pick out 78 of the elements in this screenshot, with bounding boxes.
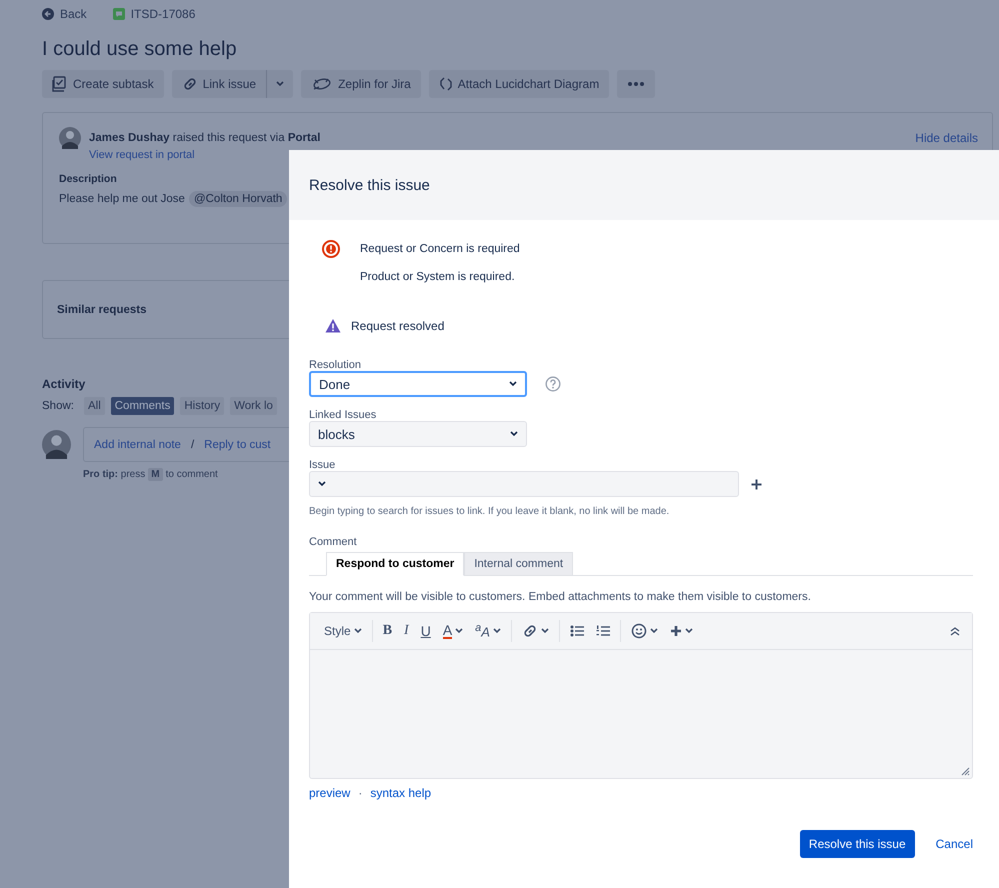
resolution-select[interactable]: Done [309,371,527,397]
resolve-button[interactable]: Resolve this issue [800,830,915,858]
separator-text: / [190,438,194,450]
field-label: Issue [309,459,336,471]
smiley-icon [630,623,647,639]
link-issue-button[interactable]: Link issue [172,70,268,98]
filter-tab[interactable]: Work lo [230,397,277,415]
tip-text: to comment [166,469,218,480]
double-chevron-icon [950,626,960,636]
mention-tag[interactable]: @Colton Horvath [188,191,288,207]
resize-handle[interactable] [960,766,970,776]
key-hint: M [148,468,163,481]
more-icon [627,81,646,87]
plus-icon [670,625,682,637]
bullet-list-icon [570,625,584,637]
chat-icon [112,8,125,20]
filter-tab[interactable]: All [84,397,105,415]
error-message: Request or Concern is required [360,242,520,257]
caret-icon [354,628,362,634]
error-message: Product or System is required. [360,270,516,285]
visibility-notice: Your comment will be visible to customers. Embed attachments to make them visible to customers. [309,591,812,603]
subtask-icon [52,76,68,92]
dialog-title: Resolve this issue [309,176,430,194]
link-icon [182,76,198,92]
back-icon [42,8,54,20]
app-button[interactable]: Zeplin for Jira [301,70,421,98]
caret-icon [684,628,693,634]
warning-message: Request resolved [351,318,444,332]
underline-button[interactable]: U [414,618,437,644]
more-button[interactable] [617,70,656,98]
comment-tab[interactable]: Respond to customer [326,552,464,576]
avatar [59,127,81,149]
linked-issues-select[interactable]: blocks [309,421,527,447]
bold-button[interactable]: B [376,618,398,644]
numbered-list-icon [596,625,610,637]
bracket-icon [438,76,453,92]
text-size-button[interactable]: $^{a}$A [469,618,507,644]
caret-icon [318,481,326,487]
description-label: Description [59,173,117,185]
comment-tab[interactable]: Internal comment [464,552,574,576]
app-button[interactable]: Attach Lucidchart Diagram [428,70,610,98]
avatar [42,430,71,459]
issue-key-link[interactable]: ITSD-17086 [112,7,196,21]
filter-tab[interactable]: Comments [110,397,174,415]
field-label: Resolution [309,359,362,371]
field-label: Linked Issues [309,409,378,421]
request-origin-text: James Dushay raised this request via Portal [89,132,322,144]
caret-icon [276,81,284,87]
caret-icon [492,628,501,634]
caret-icon [540,628,549,634]
blimp-icon [311,76,334,92]
create-subtask-button[interactable]: Create subtask [42,70,164,98]
caret-icon [509,381,517,387]
filter-tab[interactable]: History [180,397,224,415]
field-label: Comment [309,536,358,548]
back-link[interactable]: Back [42,7,87,21]
syntax-help-link[interactable]: syntax help [370,786,432,800]
warning-icon [325,318,341,333]
plus-icon[interactable] [751,478,762,490]
caret-icon [455,628,464,634]
help-icon[interactable] [545,376,561,392]
link-icon [522,623,538,639]
style-dropdown[interactable]: Style [318,618,368,644]
section-title: Activity [42,377,86,391]
section-title: Similar requests [57,304,146,316]
separator-text: · [358,786,362,800]
filter-label: Show: [42,400,74,412]
italic-button[interactable]: I [398,618,415,644]
cancel-link[interactable]: Cancel [936,837,973,851]
preview-link[interactable]: preview [309,786,350,800]
tip-text: Pro tip: press [83,469,146,480]
hint-text: Begin typing to search for issues to link. If you leave it blank, no link will be made. [309,506,670,517]
caret-icon [510,431,518,437]
text-color-button[interactable]: A [436,618,470,644]
issue-title: I could use some help [42,38,238,61]
description-text: Please help me out Jose [59,193,185,205]
caret-icon [650,628,658,634]
error-icon [322,240,340,258]
